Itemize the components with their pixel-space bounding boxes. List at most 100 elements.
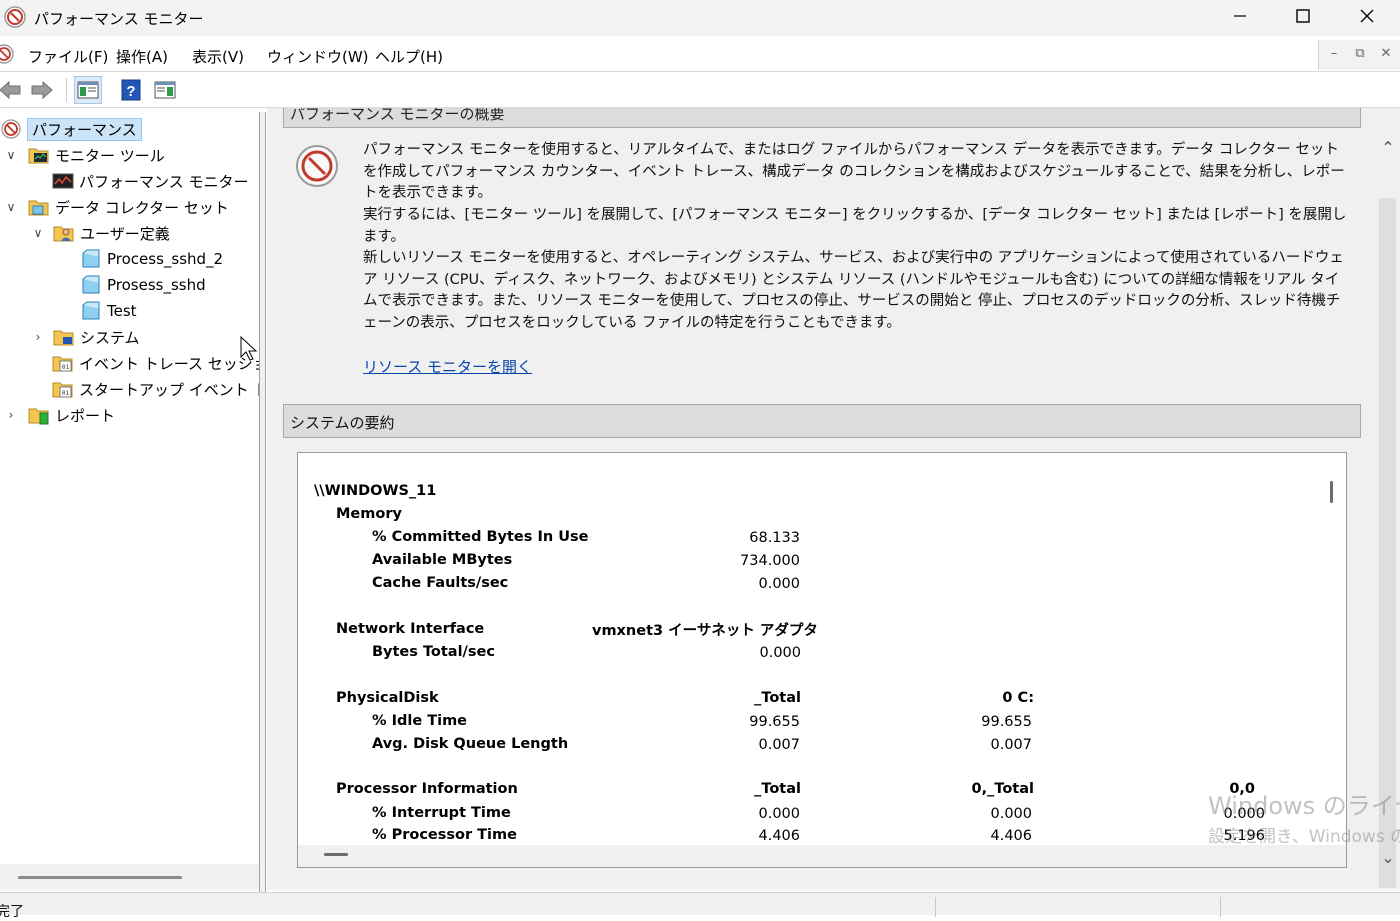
menu-file[interactable]: ファイル(F): [28, 46, 108, 67]
tree-item-startup-event-trace-sessions[interactable]: 01 スタートアップ イベント トレース セッション: [52, 377, 259, 401]
tree-item-user-set[interactable]: Test: [80, 299, 137, 323]
tree-item-event-trace-sessions[interactable]: 01 イベント トレース セッション: [52, 351, 259, 375]
tree-item-monitoring-tools[interactable]: ∨ モニター ツール: [4, 143, 165, 167]
counter-value: 0.007: [758, 737, 800, 753]
system-summary-header-label: システムの要約: [290, 414, 395, 432]
mdi-close-icon[interactable]: ✕: [1375, 46, 1397, 64]
performance-icon: [1, 119, 21, 139]
summary-horizontal-scrollbar[interactable]: [298, 845, 1346, 867]
content-vertical-scrollbar[interactable]: ⌃ ⌄: [1375, 108, 1400, 890]
user-defined-icon: [53, 226, 74, 242]
forward-arrow-icon: [31, 80, 53, 100]
pane-splitter[interactable]: [260, 112, 266, 892]
tree-label-performance-monitor: パフォーマンス モニター: [79, 172, 249, 191]
summary-vertical-scroll-thumb[interactable]: [1330, 481, 1333, 503]
system-icon: [53, 330, 74, 346]
menu-help[interactable]: ヘルプ(H): [375, 46, 443, 67]
system-summary-box: \\WINDOWS_11 Memory % Committed Bytes In…: [297, 452, 1347, 868]
expanded-chevron-icon[interactable]: ∨: [4, 200, 18, 214]
system-summary-header[interactable]: システムの要約: [283, 404, 1361, 438]
maximize-button[interactable]: [1270, 0, 1336, 32]
system-summary-section: \\WINDOWS_11 Memory % Committed Bytes In…: [283, 438, 1361, 890]
performance-monitor-icon: [52, 173, 74, 189]
content-scroll-thumb[interactable]: [1379, 198, 1396, 888]
back-button[interactable]: [0, 76, 24, 104]
svg-text:01: 01: [62, 390, 70, 397]
menu-action[interactable]: 操作(A): [116, 46, 168, 67]
overview-paragraph-resource-monitor: 新しいリソース モニターを使用すると、オペレーティング システム、サービス、およ…: [363, 250, 1344, 331]
svg-text:01: 01: [62, 364, 70, 371]
menu-window[interactable]: ウィンドウ(W): [267, 46, 369, 67]
counter-name: Avg. Disk Queue Length: [372, 736, 569, 752]
close-icon: [1360, 9, 1374, 23]
tree-item-performance-monitor[interactable]: パフォーマンス モニター: [52, 169, 248, 193]
mdi-restore-icon[interactable]: ⧉: [1349, 46, 1371, 64]
tree-item-user-set[interactable]: Prosess_sshd: [80, 273, 206, 297]
tree-item-user-defined[interactable]: ∨ ユーザー定義: [31, 221, 170, 245]
tree-label-reports: レポート: [55, 406, 116, 425]
show-hide-console-tree-button[interactable]: [74, 76, 102, 104]
console-tree-icon: [77, 81, 99, 99]
activation-watermark-text: 設定を開き、Windows のライセンス認証を行ってください。: [1208, 827, 1400, 847]
minimize-icon: [1234, 15, 1246, 17]
status-bar: 完了: [0, 892, 1400, 920]
collapsed-chevron-icon[interactable]: ›: [4, 408, 18, 422]
counter-value: 0.000: [990, 806, 1032, 822]
counter-value: 0.007: [990, 737, 1032, 753]
overview-section: パフォーマンス モニターを使用すると、リアルタイムで、またはログ ファイルからパ…: [283, 128, 1361, 388]
tree-item-system[interactable]: › システム: [31, 325, 140, 349]
counter-instance: 0 C:: [1002, 690, 1034, 706]
collapsed-chevron-icon[interactable]: ›: [31, 330, 45, 344]
overview-paragraph-howto: 実行するには、[モニター ツール] を展開して、[パフォーマンス モニター] を…: [363, 207, 1347, 245]
close-button[interactable]: [1334, 0, 1400, 32]
performance-monitor-app-icon: [4, 6, 26, 28]
tree-label-data-collector-sets: データ コレクター セット: [55, 198, 229, 217]
menu-view[interactable]: 表示(V): [192, 46, 244, 67]
counter-value: 0.000: [759, 645, 801, 661]
counter-name: Available MBytes: [372, 552, 513, 568]
status-separator: [1220, 897, 1221, 917]
overview-section-header[interactable]: パフォーマンス モニターの概要: [283, 108, 1361, 128]
tree-label-user-set: Prosess_sshd: [107, 276, 206, 294]
minimize-button[interactable]: [1207, 0, 1273, 32]
tree-scroll-thumb[interactable]: [18, 876, 182, 879]
summary-horizontal-scroll-thumb[interactable]: [324, 853, 348, 856]
counter-value: 0.000: [758, 576, 800, 592]
expanded-chevron-icon[interactable]: ∨: [31, 226, 45, 240]
mdi-minimize-icon[interactable]: –: [1323, 46, 1345, 64]
open-resource-monitor-link[interactable]: リソース モニターを開く: [363, 356, 532, 377]
counter-instance: _Total: [754, 781, 801, 797]
tree-horizontal-scrollbar[interactable]: [0, 864, 259, 890]
show-hide-action-pane-button[interactable]: [151, 76, 179, 104]
toolbar-separator: [66, 78, 67, 102]
content-pane: パフォーマンス モニターの概要 パフォーマンス モニターを使用すると、リアルタイ…: [267, 108, 1375, 890]
data-collector-set-icon: [82, 301, 100, 320]
scroll-down-icon[interactable]: ⌄: [1379, 848, 1397, 867]
menu-bar: ファイル(F) 操作(A) 表示(V) ウィンドウ(W) ヘルプ(H) – ⧉ …: [0, 38, 1400, 72]
window-title: パフォーマンス モニター: [34, 10, 204, 28]
counter-instance: 0,_Total: [971, 781, 1034, 797]
toolbar: ?: [0, 72, 1400, 108]
counter-group-network: Network Interface: [336, 621, 485, 637]
tree-label-performance: パフォーマンス: [27, 117, 142, 141]
tree-item-data-collector-sets[interactable]: ∨ データ コレクター セット: [4, 195, 229, 219]
tree-item-performance[interactable]: パフォーマンス: [0, 117, 142, 141]
counter-instance: _Total: [754, 690, 801, 706]
help-button[interactable]: ?: [117, 76, 145, 104]
back-arrow-icon: [0, 80, 21, 100]
tree-item-user-set[interactable]: Process_sshd_2: [80, 247, 223, 271]
counter-group-processor: Processor Information: [336, 781, 518, 797]
counter-name: % Committed Bytes In Use: [372, 529, 589, 545]
forward-button[interactable]: [28, 76, 56, 104]
machine-name: \\WINDOWS_11: [314, 483, 437, 499]
monitoring-tools-icon: [28, 148, 49, 164]
svg-text:?: ?: [126, 83, 135, 100]
tree-item-reports[interactable]: › レポート: [4, 403, 115, 427]
expanded-chevron-icon[interactable]: ∨: [4, 148, 18, 162]
counter-name: % Idle Time: [372, 713, 468, 729]
system-menu-icon[interactable]: [0, 44, 14, 64]
counter-value: 734.000: [740, 553, 800, 569]
scroll-up-icon[interactable]: ⌃: [1379, 138, 1397, 157]
counter-value: 4.406: [990, 828, 1032, 844]
status-separator: [935, 897, 936, 917]
